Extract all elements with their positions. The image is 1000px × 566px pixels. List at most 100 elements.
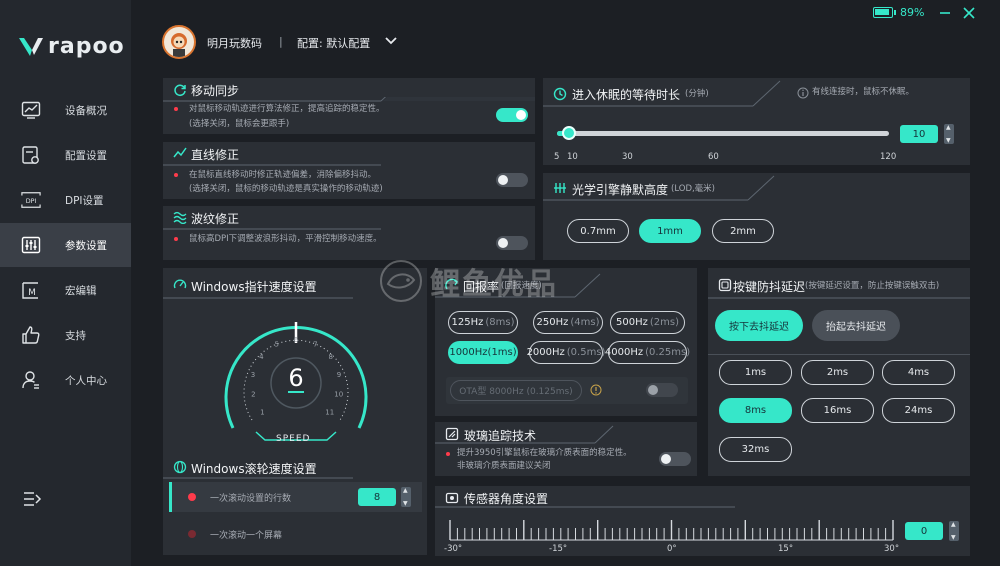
sidebar-item-profile-settings[interactable]: 配置设置: [0, 133, 131, 177]
debounce-option[interactable]: 1ms: [719, 360, 792, 385]
minimize-icon[interactable]: [938, 6, 952, 20]
title-underline: [163, 164, 381, 166]
polling-option[interactable]: 2000Hz (0.5ms): [526, 341, 605, 364]
lod-option[interactable]: 2mm: [712, 219, 774, 243]
move-sync-desc: 对鼠标移动轨迹进行算法修正，提高追踪的稳定性。: [189, 104, 385, 114]
speed-value: 6: [288, 364, 304, 392]
sidebar-item-device-overview[interactable]: 设备概况: [0, 88, 131, 132]
battery-icon: [873, 7, 896, 18]
polling-option-selected[interactable]: 1000Hz (1ms): [448, 341, 518, 364]
debounce-panel: 按键防抖延迟 (按键延迟设置，防止按键误触双击) 按下去抖延迟 抬起去抖延迟 1…: [708, 268, 970, 476]
polling-ms: (4ms): [570, 317, 600, 328]
polling-ms: (2ms): [649, 317, 679, 328]
gauge-scale-label: 7: [313, 341, 317, 349]
sidebar-item-label: 参数设置: [65, 240, 107, 252]
profile-selector[interactable]: 配置: 默认配置: [297, 35, 370, 51]
ota-option: OTA型 8000Hz (0.125ms): [450, 380, 582, 401]
ota-toggle[interactable]: [646, 383, 678, 397]
gauge-scale-label: 11: [325, 408, 334, 416]
title-underline: [543, 80, 781, 107]
radio-dot: [188, 530, 196, 538]
straight-line-desc: 在鼠标直线移动时修正轨迹偏差，消除偏移抖动。: [189, 170, 377, 180]
chevron-down-icon[interactable]: [384, 34, 398, 48]
move-sync-toggle[interactable]: [496, 108, 528, 122]
sidebar-item-parameters[interactable]: 参数设置: [0, 223, 131, 267]
debounce-option[interactable]: 2ms: [801, 360, 874, 385]
toggle-knob: [498, 238, 508, 248]
toggle-knob: [516, 110, 526, 120]
polling-option[interactable]: 4000Hz (0.25ms): [605, 341, 691, 364]
debounce-option[interactable]: 32ms: [719, 437, 792, 462]
sleep-slider-thumb[interactable]: [562, 126, 576, 140]
sleep-tick: 60: [708, 152, 719, 162]
close-icon[interactable]: [962, 6, 976, 20]
scroll-screen-label: 一次滚动一个屏幕: [210, 531, 283, 541]
debounce-option[interactable]: 24ms: [882, 398, 955, 423]
release-debounce-tab[interactable]: 抬起去抖延迟: [812, 310, 900, 341]
gauge-scale-label: 9: [337, 371, 341, 379]
angle-value-input[interactable]: 0: [905, 522, 943, 540]
gauge-scale-label: 4: [259, 353, 264, 361]
ripple-toggle[interactable]: [496, 236, 528, 250]
avatar-image: [171, 33, 187, 57]
polling-hz: 2000Hz: [526, 347, 565, 358]
collapse-menu-icon[interactable]: [22, 490, 42, 508]
radio-dot: [188, 493, 196, 501]
avatar[interactable]: [162, 25, 196, 59]
debounce-option-selected[interactable]: 8ms: [719, 398, 792, 423]
title-underline: [163, 228, 381, 230]
debounce-option[interactable]: 4ms: [882, 360, 955, 385]
sleep-value-stepper[interactable]: [944, 124, 954, 144]
settings-doc-icon: [22, 146, 39, 164]
debounce-option[interactable]: 16ms: [801, 398, 874, 423]
sliders-icon: [21, 236, 41, 254]
scroll-lines-stepper[interactable]: [401, 487, 411, 507]
lod-option[interactable]: 0.7mm: [567, 219, 629, 243]
straight-line-icon: [173, 147, 187, 158]
glass-toggle[interactable]: [659, 452, 691, 466]
title-underline: [435, 425, 614, 444]
scroll-row-screen[interactable]: 一次滚动一个屏幕: [169, 519, 422, 549]
angle-tick: -30°: [444, 544, 463, 554]
brand-logo: rapoo: [18, 34, 125, 59]
glass-panel: 玻璃追踪技术 提升3950引擎鼠标在玻璃介质表面的稳定性。 非玻璃介质表面建议关…: [435, 422, 697, 476]
watermark-text: 鲤鱼优品: [430, 267, 558, 302]
straight-line-panel: 直线修正 在鼠标直线移动时修正轨迹偏差，消除偏移抖动。 (选择关闭，鼠标的移动轨…: [163, 142, 535, 199]
bullet-dot: [174, 237, 178, 241]
polling-option[interactable]: 250Hz (4ms): [533, 311, 603, 334]
title-underline: [163, 477, 353, 479]
monitor-icon: [21, 101, 41, 119]
gauge-scale-label: 1: [260, 408, 264, 416]
sidebar-item-user-center[interactable]: 个人中心: [0, 358, 131, 402]
scroll-row-lines[interactable]: 一次滚动设置的行数 8: [169, 482, 422, 512]
sidebar-item-dpi[interactable]: DPI DPI设置: [0, 178, 131, 222]
scroll-lines-input[interactable]: 8: [358, 488, 396, 506]
gauge-scale-label: 5: [274, 341, 278, 349]
angle-ruler[interactable]: [449, 520, 894, 542]
polling-ms: (0.25ms): [645, 347, 691, 358]
gauge-scale-label: 8: [328, 353, 332, 361]
selected-indicator: [169, 482, 172, 512]
sleep-tick: 10: [567, 152, 578, 162]
lod-option-selected[interactable]: 1mm: [639, 219, 701, 243]
angle-value-stepper[interactable]: [949, 521, 959, 541]
polling-option[interactable]: 500Hz (2ms): [610, 311, 685, 334]
sidebar-item-support[interactable]: 支持: [0, 313, 131, 357]
angle-panel: 传感器角度设置 -30° -15° 0° 15° 30° 0: [435, 486, 970, 556]
debounce-title: 按键防抖延迟: [733, 280, 806, 294]
rapoo-logo-icon: [19, 37, 43, 56]
sidebar-item-macro[interactable]: M 宏编辑: [0, 268, 131, 312]
sleep-slider-track[interactable]: [557, 126, 889, 140]
polling-ms: (8ms): [485, 317, 515, 328]
toggle-knob: [661, 454, 671, 464]
sync-icon: [174, 84, 186, 97]
polling-option[interactable]: 125Hz (8ms): [448, 311, 518, 334]
battery-percent: 89%: [900, 6, 925, 19]
title-underline: [435, 506, 735, 508]
sidebar-item-label: 配置设置: [65, 150, 107, 162]
bullet-dot: [174, 107, 178, 111]
press-debounce-tab[interactable]: 按下去抖延迟: [715, 310, 803, 341]
straight-line-toggle[interactable]: [496, 173, 528, 187]
sidebar-item-label: DPI设置: [65, 195, 104, 207]
sleep-value-input[interactable]: 10: [900, 125, 938, 143]
